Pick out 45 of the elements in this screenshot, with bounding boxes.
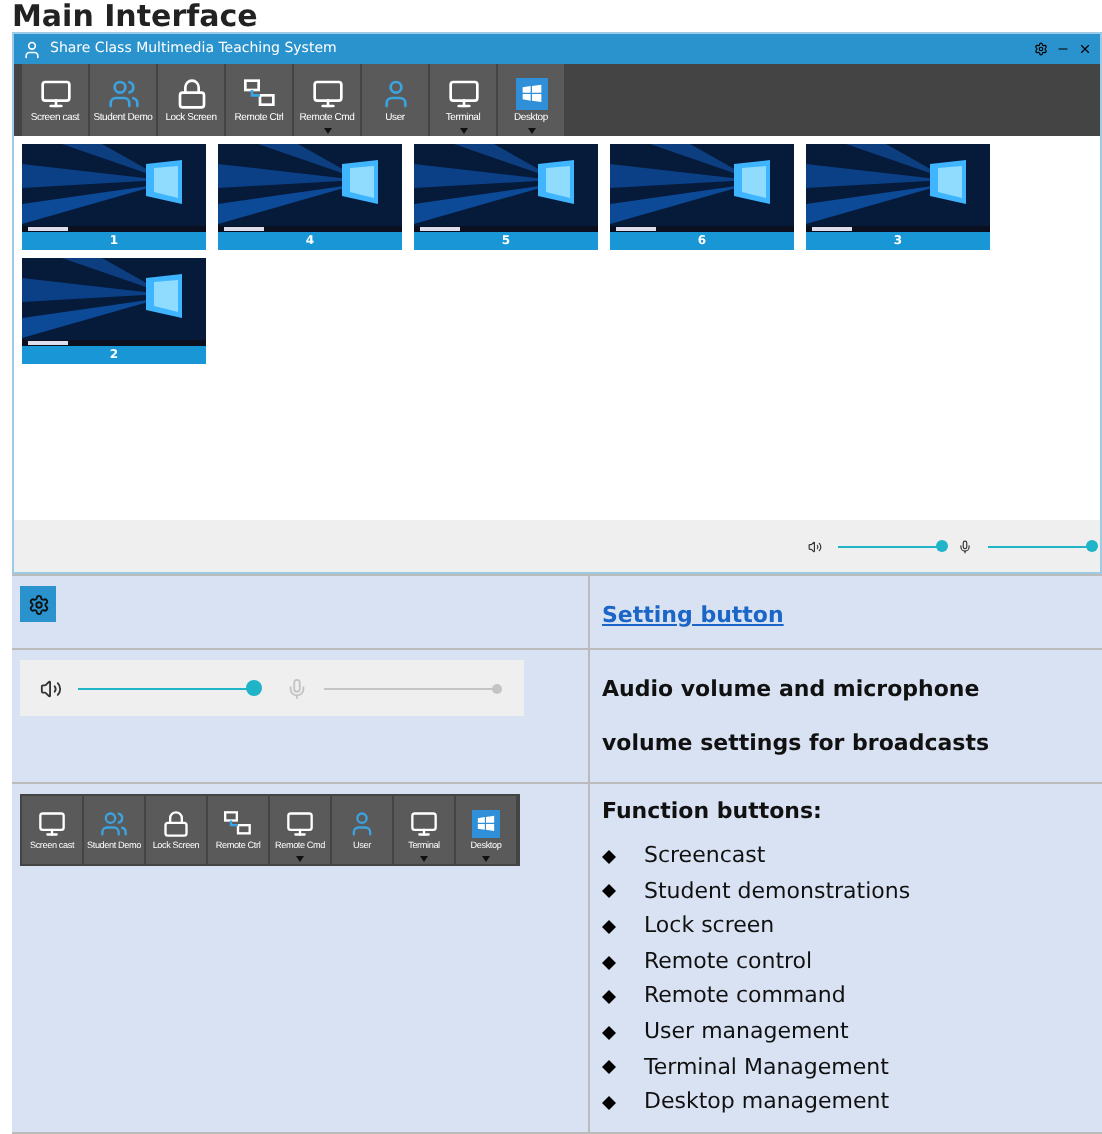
description-text: Audio volume and microphone volume settings for broadcasts [602,674,992,760]
monitor-icon [447,77,479,109]
function-title: Function buttons: [602,796,824,828]
lock-icon [175,77,207,109]
user-icon [22,39,42,59]
diamond-bullet-icon [602,849,616,864]
diamond-bullet-icon [602,955,616,970]
diamond-bullet-icon [602,1025,616,1040]
setting-button-link[interactable]: Setting button [602,602,784,628]
diamond-bullet-icon [602,1060,616,1075]
user-icon [379,77,411,109]
diamond-bullet-icon [602,990,616,1005]
function-item: Remote command [644,980,846,1013]
function-item: User management [644,1016,849,1049]
diamond-bullet-icon [602,1095,616,1110]
settings-icon[interactable] [1034,42,1048,56]
function-item: Student demonstrations [644,875,911,908]
volume-slider[interactable] [838,540,942,552]
monitor-icon [38,809,66,838]
function-item: Lock screen [644,910,775,943]
diamond-bullet-icon [602,919,616,934]
volume-slider[interactable] [324,680,500,696]
window-logo-icon [515,77,547,109]
function-item: Remote control [644,945,813,978]
settings-button[interactable] [20,586,56,622]
monitor-icon [311,77,343,109]
monitors-icon [243,77,275,109]
monitor-icon [286,809,314,838]
user-icon [348,809,376,838]
minimize-icon[interactable] [1056,42,1070,56]
monitor-icon [410,809,438,838]
page-heading: Main Interface [10,0,260,32]
diamond-bullet-icon [602,884,616,899]
volume-slider[interactable] [988,540,1092,552]
users-icon [100,809,128,838]
function-item: Screencast [644,840,766,873]
close-icon[interactable] [1078,42,1092,56]
monitors-icon [224,809,252,838]
function-item: Desktop management [644,1086,890,1119]
window-logo-icon [472,809,500,838]
function-item: Terminal Management [644,1051,889,1084]
lock-icon [162,809,190,838]
monitor-icon [39,77,71,109]
settings-icon [27,593,49,615]
users-icon [107,77,139,109]
